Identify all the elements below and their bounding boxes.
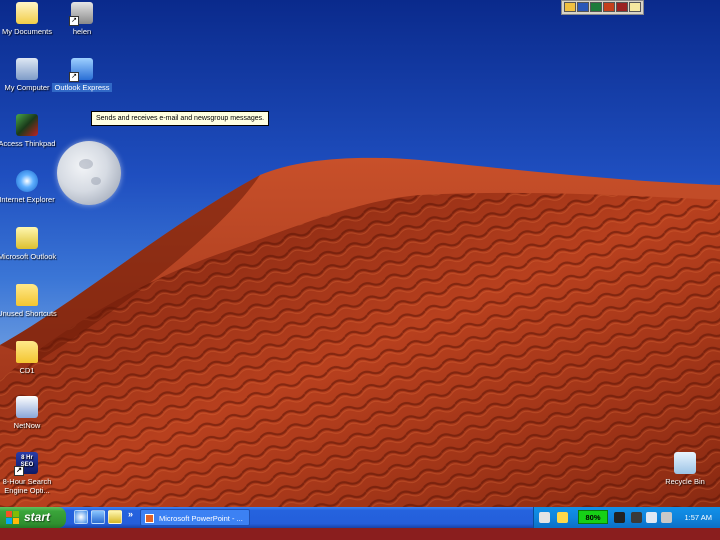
desktop-icon-label: Recycle Bin bbox=[665, 477, 705, 486]
internet-explorer-icon bbox=[16, 170, 38, 192]
powerpoint-icon bbox=[145, 514, 154, 523]
desktop-icon-microsoft-outlook[interactable]: Microsoft Outlook bbox=[0, 227, 57, 261]
quick-launch-bar bbox=[74, 510, 122, 524]
access-icon[interactable] bbox=[616, 2, 628, 12]
desktop-icon-label: Microsoft Outlook bbox=[0, 252, 57, 261]
security-icon[interactable] bbox=[557, 512, 568, 523]
internet-explorer-icon[interactable] bbox=[74, 510, 88, 524]
desktop-icon-label: Unused Shortcuts bbox=[0, 309, 57, 318]
desktop-icon-outlook-express[interactable]: ↗ Outlook Express bbox=[52, 58, 112, 92]
performance-meter[interactable]: 80% bbox=[578, 510, 608, 524]
desktop-icon-label: Access Thinkpad bbox=[0, 139, 56, 148]
volume-icon[interactable] bbox=[661, 512, 672, 523]
display-icon[interactable] bbox=[646, 512, 657, 523]
desktop-icon-label: NetNow bbox=[13, 421, 41, 430]
bottom-strip bbox=[0, 528, 720, 540]
clock[interactable]: 1:57 AM bbox=[684, 507, 712, 528]
outlook-icon[interactable] bbox=[108, 510, 122, 524]
desktop-icon-label: Outlook Express bbox=[52, 83, 112, 92]
desktop-icon-label: 8-Hour Search Engine Opti... bbox=[2, 477, 52, 495]
netnow-icon bbox=[16, 396, 38, 418]
taskbar: start » Microsoft PowerPoint - ... 80% 1… bbox=[0, 507, 720, 528]
moon-image bbox=[57, 141, 121, 205]
start-button[interactable]: start bbox=[0, 507, 66, 528]
desktop-icon-access-thinkpad[interactable]: Access Thinkpad bbox=[0, 114, 57, 148]
desktop-icon-netnow[interactable]: NetNow bbox=[0, 396, 57, 430]
seo-icon: 8 Hr SEO ↗ bbox=[14, 452, 38, 476]
word-icon[interactable] bbox=[577, 2, 589, 12]
outlook-express-icon: ↗ bbox=[69, 58, 93, 82]
system-tray: 80% 1:57 AM bbox=[533, 507, 720, 528]
access-thinkpad-icon bbox=[16, 114, 38, 136]
task-label: Microsoft PowerPoint - ... bbox=[159, 514, 243, 523]
tooltip: Sends and receives e-mail and newsgroup … bbox=[91, 111, 270, 126]
windows-logo-icon bbox=[6, 511, 19, 524]
excel-icon[interactable] bbox=[590, 2, 602, 12]
folder-documents-icon bbox=[16, 2, 38, 24]
desktop-icon[interactable] bbox=[91, 510, 105, 524]
powerpoint-icon[interactable] bbox=[603, 2, 615, 12]
folder-icon bbox=[16, 341, 38, 363]
desktop-icon-helen[interactable]: ↗ helen bbox=[52, 2, 112, 36]
recycle-bin-icon bbox=[674, 452, 696, 474]
microsoft-outlook-icon bbox=[16, 227, 38, 249]
office-shortcut-bar bbox=[561, 0, 644, 15]
office-icon[interactable] bbox=[564, 2, 576, 12]
network-icon[interactable] bbox=[631, 512, 642, 523]
desktop-icon-my-computer[interactable]: My Computer bbox=[0, 58, 57, 92]
folder-icon bbox=[16, 284, 38, 306]
desktop-icon-label: My Computer bbox=[4, 83, 50, 92]
user-folder-icon: ↗ bbox=[69, 2, 93, 26]
desktop-icon-recycle-bin[interactable]: Recycle Bin bbox=[655, 452, 715, 486]
desktop-icon-unused-shortcuts[interactable]: Unused Shortcuts bbox=[0, 284, 57, 318]
taskbar-button-powerpoint[interactable]: Microsoft PowerPoint - ... bbox=[140, 509, 250, 526]
desktop-icon-label: CD1 bbox=[19, 366, 35, 375]
outlook-icon[interactable] bbox=[629, 2, 641, 12]
quick-launch-more-button[interactable]: » bbox=[128, 509, 133, 519]
keyboard-icon[interactable] bbox=[539, 512, 550, 523]
desktop-icon-my-documents[interactable]: My Documents bbox=[0, 2, 57, 36]
desktop-icon-label: My Documents bbox=[1, 27, 52, 36]
start-label: start bbox=[24, 510, 51, 524]
desktop-icon-seo[interactable]: 8 Hr SEO ↗ 8-Hour Search Engine Opti... bbox=[0, 452, 57, 495]
desktop-icon-internet-explorer[interactable]: Internet Explorer bbox=[0, 170, 57, 204]
computer-icon bbox=[16, 58, 38, 80]
desktop-icon-cd1[interactable]: CD1 bbox=[0, 341, 57, 375]
desktop-icon-label: Internet Explorer bbox=[0, 195, 55, 204]
desktop-icon-label: helen bbox=[72, 27, 92, 36]
power-plug-icon[interactable] bbox=[614, 512, 625, 523]
